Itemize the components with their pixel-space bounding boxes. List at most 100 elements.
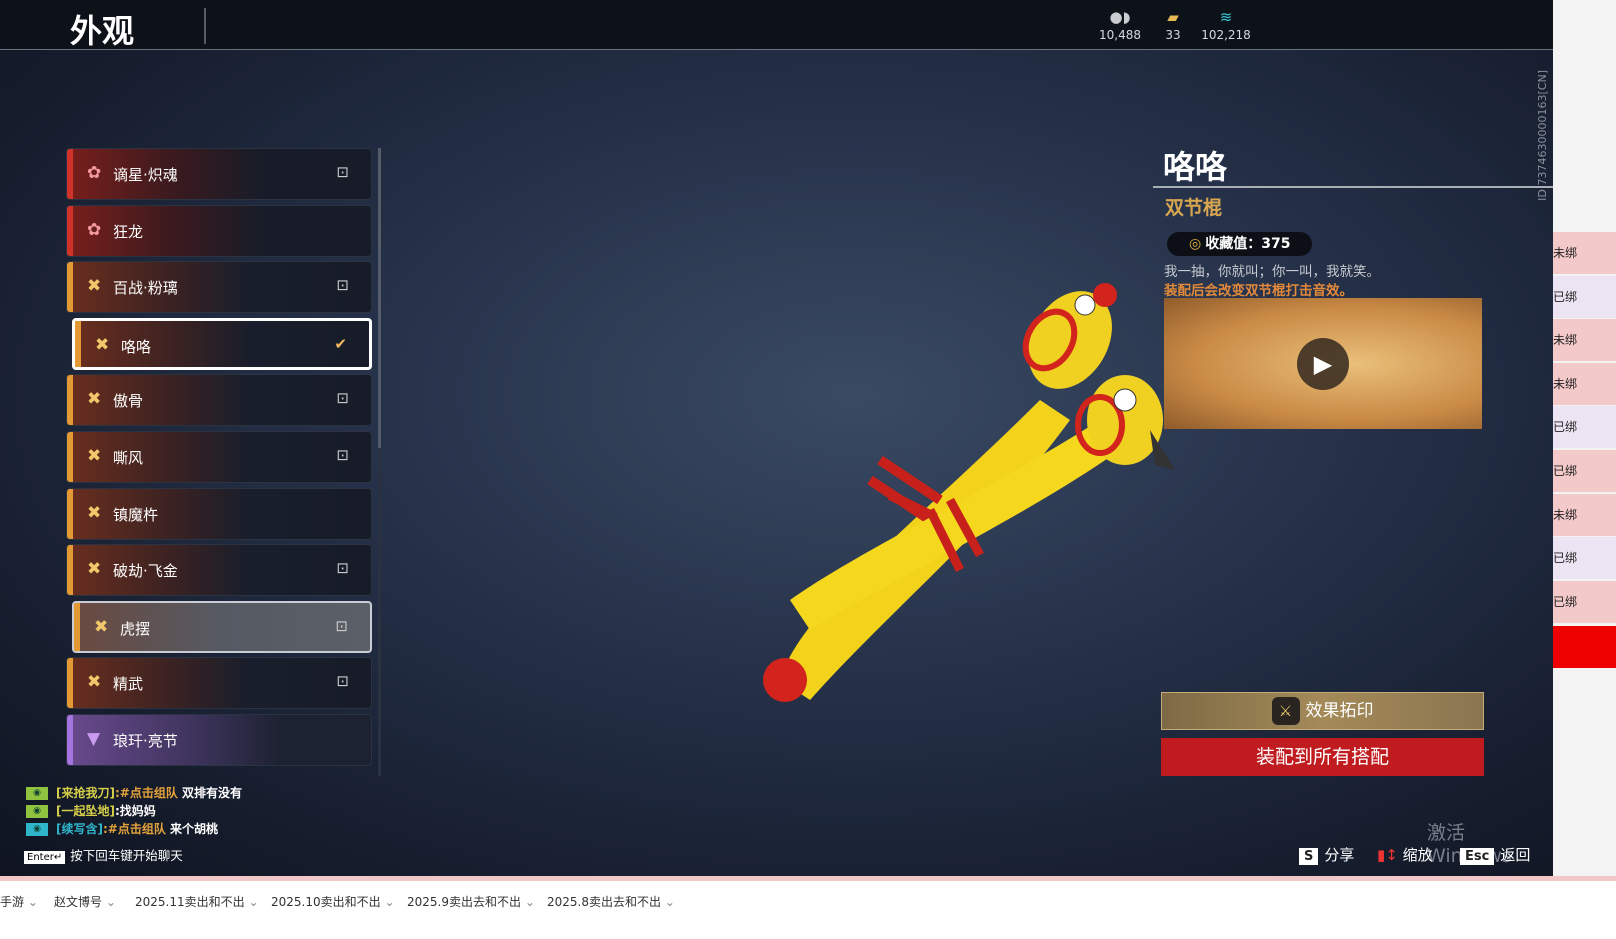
skin-list-item[interactable]: ✖ 傲骨 ⊡ — [66, 374, 372, 427]
sword-icon: ⚔ — [1271, 697, 1300, 725]
skin-list-item-label: 琅玕·亮节 — [113, 731, 178, 750]
channel-icon: ◉ — [26, 805, 48, 818]
skin-list-item[interactable]: ✖ 咯咯 ✔ — [72, 317, 372, 370]
scrollbar-thumb[interactable] — [378, 148, 381, 448]
sheet-tab[interactable]: 2025.8卖出去和不出 ⌄ — [547, 893, 675, 910]
rarity-icon: ✖ — [87, 276, 102, 297]
sheet-tab[interactable]: 赵文博号 ⌄ — [54, 893, 116, 910]
share-button[interactable]: S 分享 — [1299, 844, 1354, 865]
skin-list-item[interactable]: ✖ 百战·粉璃 ⊡ — [66, 261, 372, 314]
chat-text: :找妈妈 — [114, 804, 156, 818]
mouse-icon: ▮↕ — [1377, 846, 1398, 864]
rarity-icon: ✖ — [87, 445, 102, 466]
chevron-down-icon: ⌄ — [664, 895, 675, 909]
currency-value: 102,218 — [1201, 28, 1251, 42]
sheet-tab-bar: 手游 ⌄ 赵文博号 ⌄ 2025.11卖出和不出 ⌄ 2025.10卖出和不出 ⌄ 20… — [0, 876, 1616, 939]
hint-label: 返回 — [1500, 846, 1531, 864]
preview-video[interactable]: ▶ — [1164, 298, 1482, 429]
chat-panel[interactable]: ◉ [来抢我刀]:#点击组队 双排有没有 ◉ [一起坠地]:找妈妈 ◉ [续写含]:#点击… — [26, 784, 242, 838]
rarity-bar — [67, 545, 73, 596]
skin-list-item-label: 狂龙 — [113, 222, 144, 241]
rarity-bar — [67, 149, 73, 199]
chat-tag[interactable]: :#点击组队 — [103, 822, 166, 836]
enter-key-icon: Enter↵ — [24, 851, 66, 864]
chat-text: 来个胡桃 — [165, 822, 219, 836]
chevron-down-icon: ⌄ — [105, 895, 116, 909]
skin-list-item[interactable]: ✿ 谪星·炽魂 ⊡ — [66, 148, 372, 200]
chicken-weapon-model[interactable] — [740, 280, 1190, 720]
lock-icon: ⊡ — [336, 672, 349, 691]
chevron-down-icon: ⌄ — [524, 895, 535, 909]
skin-name: 咯咯 — [1163, 148, 1228, 186]
rarity-bar — [67, 431, 73, 482]
sheet-tab[interactable]: 手游 ⌄ — [0, 893, 38, 910]
rarity-icon: ✖ — [87, 672, 102, 693]
rarity-bar — [67, 375, 73, 426]
strip-cell: 已绑 — [1553, 275, 1616, 318]
skin-description: 我一抽，你就叫；你一叫，我就笑。 — [1164, 264, 1380, 280]
rarity-bar — [74, 602, 80, 651]
effect-imprint-button[interactable]: ⚔ 效果拓印 — [1161, 692, 1484, 730]
skin-list-item[interactable]: ✿ 狂龙 — [66, 204, 372, 257]
skin-list-item[interactable]: ✖ 破劫·飞金 ⊡ — [66, 544, 372, 597]
equip-all-button[interactable]: 装配到所有搭配 — [1161, 738, 1484, 776]
chat-sender[interactable]: [来抢我刀] — [56, 786, 115, 800]
skin-list-item-label: 百战·粉璃 — [113, 279, 178, 298]
strip-cell: 已绑 — [1553, 537, 1616, 580]
skin-list-item[interactable]: ✖ 精武 ⊡ — [66, 657, 372, 710]
sheet-tab[interactable]: 2025.11卖出和不出 ⌄ — [135, 893, 259, 910]
strip-cell: 未绑 — [1553, 493, 1616, 536]
chat-hint[interactable]: Enter↵ 按下回车键开始聊天 — [24, 845, 183, 864]
skin-list-item-label: 破劫·飞金 — [113, 562, 178, 581]
chat-sender[interactable]: [续写含] — [56, 822, 103, 836]
divider — [1153, 186, 1553, 188]
sheet-tab[interactable]: 2025.9卖出去和不出 ⌄ — [407, 893, 535, 910]
chat-message[interactable]: ◉ [来抢我刀]:#点击组队 双排有没有 — [26, 784, 242, 802]
chat-hint-text: 按下回车键开始聊天 — [70, 848, 183, 863]
skin-list-item[interactable]: ▼ 琅玕·亮节 — [66, 713, 372, 766]
checkmark-icon: ✔ — [334, 334, 347, 353]
chat-sender[interactable]: [一起坠地] — [56, 804, 115, 818]
chat-text: 双排有没有 — [177, 786, 243, 800]
skin-list-item[interactable]: ✖ 嘶风 ⊡ — [66, 430, 372, 483]
skin-list-item[interactable]: ✖ 镇魔杵 — [66, 487, 372, 540]
strip-cell: 未绑 — [1553, 319, 1616, 362]
rarity-bar — [67, 658, 73, 709]
skin-list-item-label: 傲骨 — [113, 392, 144, 411]
currency-ticket: ▰ 33 — [1143, 8, 1203, 42]
strip-cell: 未绑 — [1553, 232, 1616, 274]
sheet-tab[interactable]: 2025.10卖出和不出 ⌄ — [271, 893, 395, 910]
skin-list: ✿ 谪星·炽魂 ⊡ ✿ 狂龙 ✖ 百战·粉璃 ⊡ ✖ 咯咯 ✔ ✖ 傲骨 ⊡ ✖… — [66, 148, 372, 771]
rarity-icon: ▼ — [87, 728, 101, 749]
rarity-icon: ✖ — [95, 334, 110, 355]
strip-cell: 已绑 — [1553, 580, 1616, 623]
chat-message[interactable]: ◉ [一起坠地]:找妈妈 — [26, 802, 242, 820]
chat-tag[interactable]: :#点击组队 — [115, 786, 178, 800]
strip-highlight — [1553, 626, 1616, 668]
sheet-tab-label: 手游 — [0, 895, 25, 909]
skin-list-item-label: 虎摆 — [120, 619, 151, 638]
currency-feather: ≋ 102,218 — [1196, 8, 1256, 42]
gold-ticket-icon: ▰ — [1167, 8, 1179, 26]
lock-icon: ⊡ — [336, 276, 349, 295]
rarity-icon: ✖ — [87, 502, 102, 523]
rarity-bar — [75, 320, 81, 367]
skin-list-item-label: 咯咯 — [121, 337, 152, 356]
rarity-bar — [67, 262, 73, 313]
zoom-button[interactable]: ▮↕ 缩放 — [1377, 844, 1433, 865]
play-icon[interactable]: ▶ — [1297, 338, 1349, 390]
lock-icon: ⊡ — [336, 445, 349, 464]
back-button[interactable]: Esc 返回 — [1460, 844, 1530, 865]
esc-key-icon: Esc — [1460, 848, 1495, 865]
sheet-tab-label: 2025.8卖出去和不出 — [547, 895, 661, 909]
sheet-tab-label: 2025.11卖出和不出 — [135, 895, 245, 909]
strip-cell: 已绑 — [1553, 406, 1616, 449]
rarity-bar — [67, 488, 73, 539]
chat-message[interactable]: ◉ [续写含]:#点击组队 来个胡桃 — [26, 820, 242, 838]
skin-list-item-label: 谪星·炽魂 — [113, 166, 178, 184]
rarity-icon: ✿ — [87, 163, 102, 183]
skin-list-item[interactable]: ✖ 虎摆 ⊡ — [72, 600, 372, 653]
lock-icon: ⊡ — [336, 559, 349, 578]
rarity-icon: ✖ — [94, 616, 109, 637]
rarity-icon: ✖ — [87, 559, 102, 580]
